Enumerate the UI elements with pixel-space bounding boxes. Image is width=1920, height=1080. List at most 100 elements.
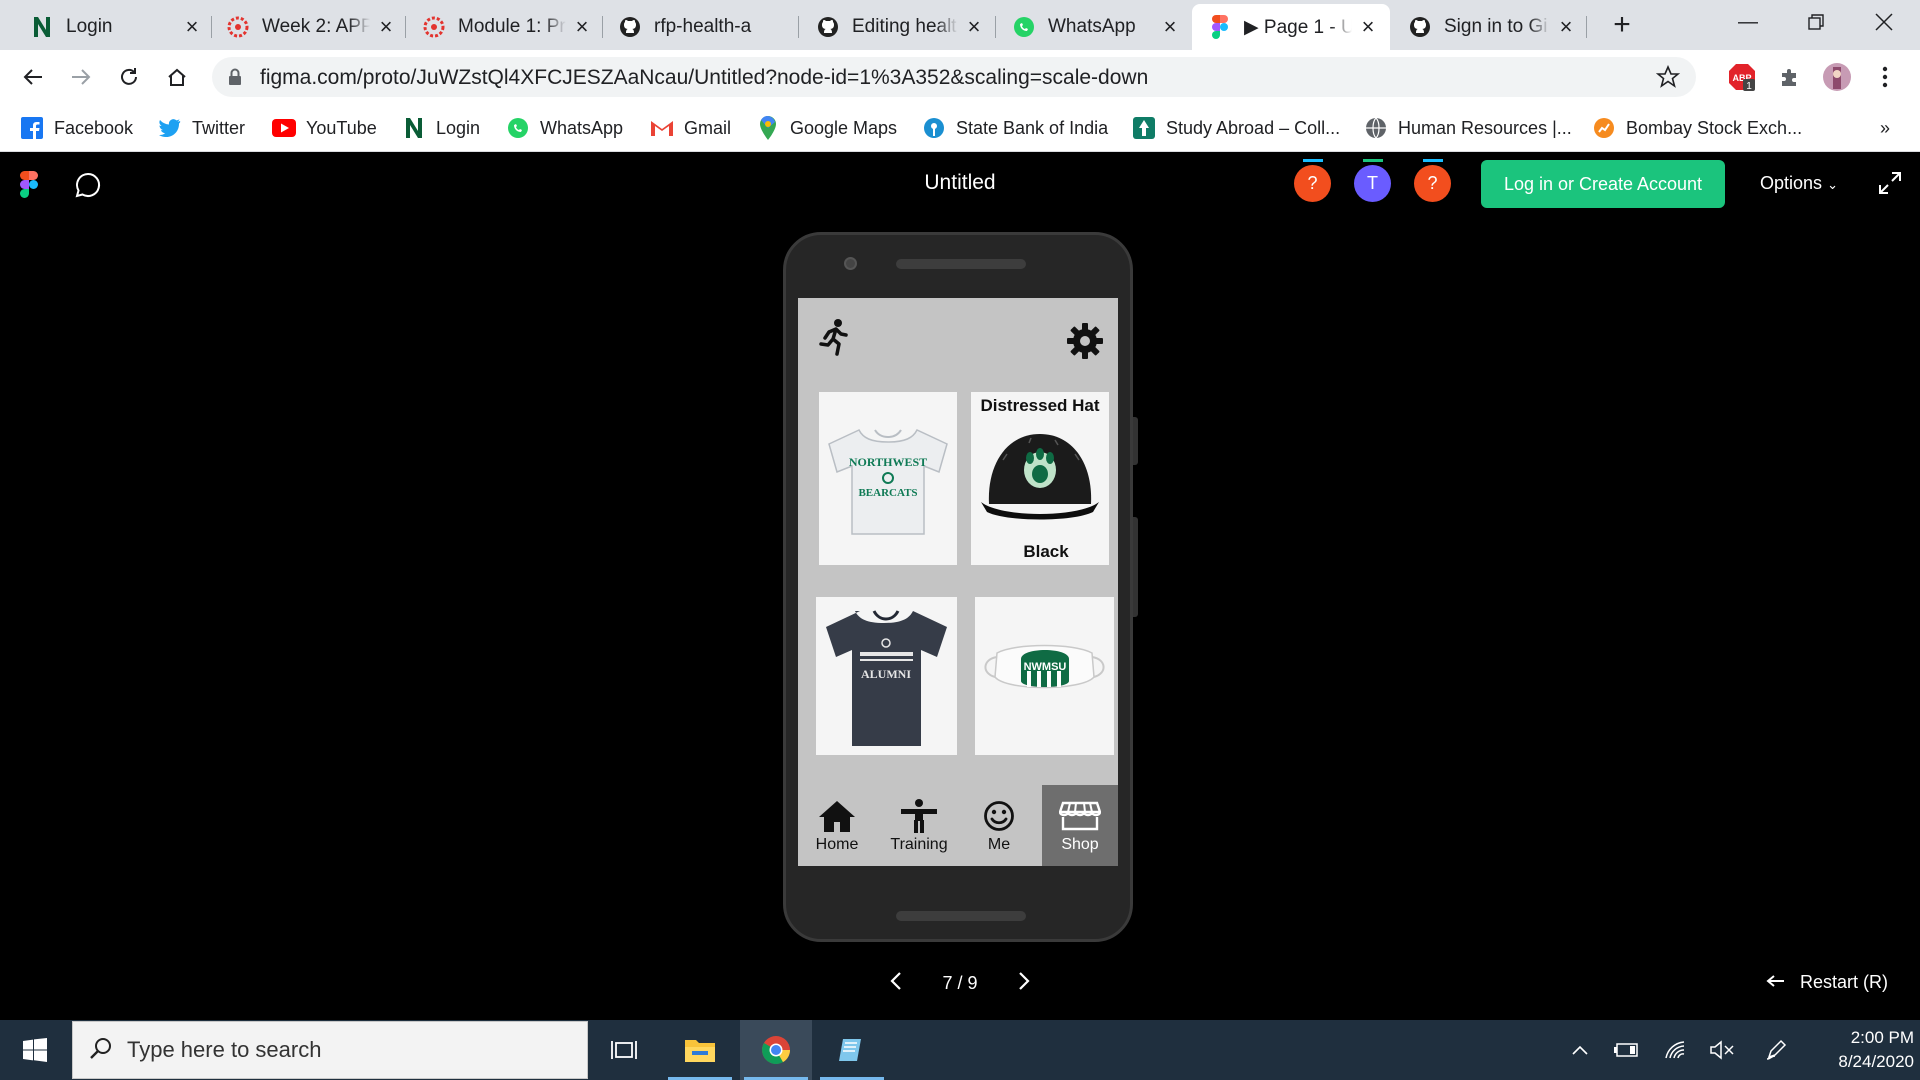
url-text[interactable]: figma.com/proto/JuWZstQl4XFCJESZAaNcau/U… [260,66,1148,90]
login-or-create-account-button[interactable]: Log in or Create Account [1481,160,1725,208]
bookmarks-bar: Facebook Twitter YouTube Login WhatsApp … [0,104,1920,152]
running-person-icon[interactable] [818,318,850,361]
nav-home[interactable]: Home [798,785,876,866]
restart-arrow-icon [1766,972,1786,993]
twitter-icon [158,116,182,140]
figma-logo-icon[interactable] [20,171,38,203]
close-tab-icon[interactable]: × [182,16,202,38]
phone-chin [896,911,1026,921]
product-color-label: Black [1023,542,1069,561]
canvas-icon [422,15,446,39]
windows-start-icon[interactable] [0,1020,70,1080]
bookmark-twitter[interactable]: Twitter [158,114,245,142]
restart-button[interactable]: Restart (R) [1766,972,1888,993]
phone-side-button [1133,517,1138,617]
bookmark-login[interactable]: Login [402,114,480,142]
tab-whatsapp[interactable]: WhatsApp × [996,4,1192,50]
close-tab-icon[interactable]: × [1556,16,1576,38]
github-icon [618,15,642,39]
file-explorer-icon[interactable] [664,1020,736,1080]
show-hidden-icons-chevron[interactable] [1560,1020,1600,1080]
windows-taskbar: Type here to search 2:00 PM 8/24/2020 [0,1020,1920,1080]
sbi-icon [922,116,946,140]
previous-frame-icon[interactable] [890,971,902,996]
bookmark-bse[interactable]: Bombay Stock Exch... [1592,114,1802,142]
extensions-puzzle-icon[interactable] [1773,60,1807,94]
nav-shop[interactable]: Shop [1042,785,1118,866]
taskbar-search-box[interactable]: Type here to search [72,1021,588,1079]
close-tab-icon[interactable]: × [1160,16,1180,38]
product-card-face-mask[interactable]: NWMSU [975,597,1114,755]
tab-github-signin[interactable]: Sign in to Gi × [1392,4,1588,50]
bookmark-study-abroad[interactable]: Study Abroad – Coll... [1132,114,1340,142]
product-card-alumni-tee[interactable]: ALUMNI [816,597,957,755]
close-tab-icon[interactable]: × [964,16,984,38]
address-bar[interactable]: figma.com/proto/JuWZstQl4XFCJESZAaNcau/U… [212,57,1696,97]
phone-camera [844,257,857,270]
task-view-icon[interactable] [588,1020,660,1080]
bookmarks-overflow[interactable]: » [1880,114,1890,142]
phone-side-button [1133,417,1138,465]
github-icon [1408,15,1432,39]
bookmark-facebook[interactable]: Facebook [20,114,133,142]
next-frame-icon[interactable] [1018,971,1030,996]
minimize-icon[interactable]: — [1714,0,1782,44]
bookmark-human-resources[interactable]: Human Resources |... [1364,114,1572,142]
battery-icon[interactable] [1606,1020,1646,1080]
tab-week2[interactable]: Week 2: APP × [210,4,408,50]
new-tab-button[interactable]: + [1606,10,1638,42]
bookmark-google-maps[interactable]: Google Maps [756,114,897,142]
chrome-taskbar-icon[interactable] [740,1020,812,1080]
bookmark-star-icon[interactable] [1655,64,1681,94]
home-icon[interactable] [160,60,194,94]
close-tab-icon[interactable]: × [1358,16,1378,38]
nav-me[interactable]: Me [962,785,1036,866]
phone-speaker [896,259,1026,269]
home-icon [817,798,857,834]
nav-training[interactable]: Training [876,785,962,866]
tab-module1[interactable]: Module 1: Pr × [406,4,604,50]
bookmark-sbi[interactable]: State Bank of India [922,114,1108,142]
taskbar-clock[interactable]: 2:00 PM 8/24/2020 [1804,1026,1914,1074]
fullscreen-icon[interactable] [1878,171,1902,200]
browser-toolbar: figma.com/proto/JuWZstQl4XFCJESZAaNcau/U… [0,50,1920,104]
youtube-icon [272,116,296,140]
bookmark-gmail[interactable]: Gmail [650,114,731,142]
tab-rfp-health[interactable]: rfp-health-a [602,4,798,50]
forward-icon[interactable] [64,60,98,94]
profile-avatar[interactable] [1820,60,1854,94]
bookmark-youtube[interactable]: YouTube [272,114,377,142]
comment-icon[interactable] [74,171,102,204]
notepad-app-icon[interactable] [816,1020,888,1080]
close-tab-icon[interactable]: × [572,16,592,38]
tab-login[interactable]: Login × [14,4,214,50]
tab-figma-page1[interactable]: ▶ Page 1 - U × [1192,4,1390,50]
options-dropdown[interactable]: Options ⌄ [1760,173,1838,194]
product-card-white-tee[interactable]: NORTHWEST BEARCATS [819,392,957,565]
restore-window-icon[interactable] [1782,0,1850,44]
wifi-icon[interactable] [1656,1020,1696,1080]
reload-icon[interactable] [112,60,146,94]
prototype-pager: 7 / 9 [890,968,1030,998]
lock-icon[interactable] [228,68,242,91]
back-icon[interactable] [16,60,50,94]
avatar[interactable]: ? [1294,159,1331,202]
chrome-menu-icon[interactable] [1868,60,1902,94]
whatsapp-icon [1012,15,1036,39]
product-card-distressed-hat[interactable]: Distressed Hat Black [971,392,1109,565]
pen-workspace-icon[interactable] [1756,1020,1796,1080]
avatar[interactable]: ? [1414,159,1451,202]
adblock-extension-icon[interactable]: ABP 1 [1725,60,1759,94]
training-icon [899,798,939,834]
black-hat-image [981,434,1099,520]
close-window-icon[interactable] [1850,0,1918,44]
settings-gear-icon[interactable] [1066,322,1104,365]
bookmark-whatsapp[interactable]: WhatsApp [506,114,623,142]
close-tab-icon[interactable]: × [376,16,396,38]
volume-muted-icon[interactable] [1702,1020,1742,1080]
svg-text:ALUMNI: ALUMNI [861,667,911,681]
avatar[interactable]: T [1354,159,1391,202]
canvas-icon [226,15,250,39]
gmail-icon [650,116,674,140]
tab-editing-health[interactable]: Editing healt × [800,4,996,50]
